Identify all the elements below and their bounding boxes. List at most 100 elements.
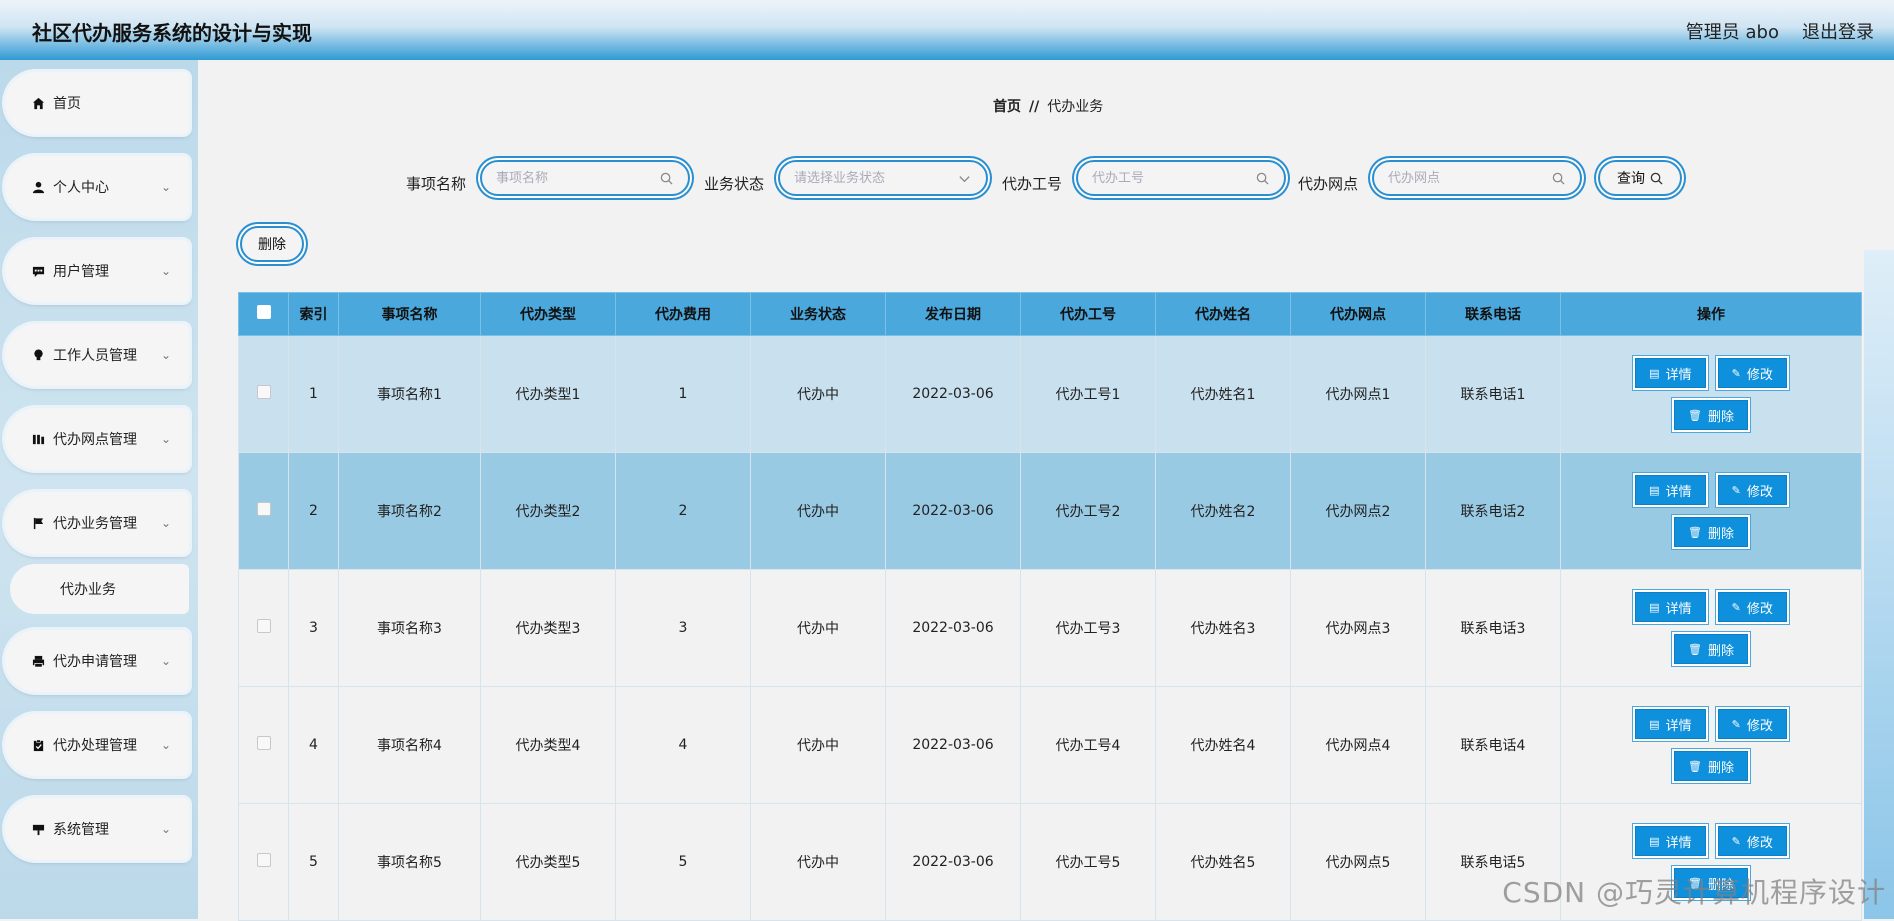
sidebar-item-label: 用户管理 [53, 264, 109, 280]
cell-fee: 3 [615, 569, 751, 687]
item-name-search-box [480, 160, 690, 196]
detail-button[interactable]: ▤ 详情 [1635, 358, 1706, 388]
cell-site: 代办网点1 [1290, 335, 1426, 453]
site-input[interactable] [1386, 169, 1552, 187]
detail-button[interactable]: ▤ 详情 [1635, 826, 1706, 856]
sidebar-subitem-business[interactable]: 代办业务 [10, 564, 189, 614]
edit-button[interactable]: ✎ 修改 [1717, 475, 1787, 505]
detail-button-label: 详情 [1665, 484, 1692, 500]
breadcrumb-home[interactable]: 首页 [993, 99, 1021, 115]
cell-fee: 2 [615, 452, 751, 570]
sidebar-item-staff-management[interactable]: 工作人员管理 ⌄ [5, 324, 189, 386]
pencil-icon: ✎ [1731, 483, 1741, 497]
table-row[interactable]: 3 事项名称3 代办类型3 3 代办中 2022-03-06 代办工号3 代办姓… [238, 569, 1862, 687]
column-header-site: 代办网点 [1290, 292, 1426, 336]
column-header-actions: 操作 [1560, 292, 1862, 336]
item-name-input[interactable] [494, 169, 660, 187]
cell-type: 代办类型5 [480, 803, 616, 921]
decorative-side-panel [1864, 250, 1894, 919]
cell-staff-number: 代办工号2 [1020, 452, 1156, 570]
row-checkbox[interactable] [256, 736, 271, 750]
cell-staff-name: 代办姓名3 [1155, 569, 1291, 687]
cell-staff-name: 代办姓名5 [1155, 803, 1291, 921]
cell-staff-number: 代办工号3 [1020, 569, 1156, 687]
table-row[interactable]: 4 事项名称4 代办类型4 4 代办中 2022-03-06 代办工号4 代办姓… [238, 686, 1862, 804]
cell-item-name: 事项名称1 [338, 335, 481, 453]
sidebar-item-site-management[interactable]: 代办网点管理 ⌄ [5, 408, 189, 470]
cell-actions: ▤ 详情 ✎ 修改 🗑 删除 [1560, 335, 1862, 453]
delete-button-label: 删除 [1707, 643, 1734, 659]
detail-button-label: 详情 [1665, 835, 1692, 851]
detail-button[interactable]: ▤ 详情 [1635, 592, 1706, 622]
app-title: 社区代办服务系统的设计与实现 [32, 21, 312, 45]
trash-icon: 🗑 [1688, 759, 1702, 773]
delete-button[interactable]: 🗑 删除 [1674, 517, 1748, 547]
cell-index: 2 [288, 452, 339, 570]
cell-staff-number: 代办工号5 [1020, 803, 1156, 921]
cell-type: 代办类型2 [480, 452, 616, 570]
column-header-staff-number: 代办工号 [1020, 292, 1156, 336]
row-checkbox[interactable] [256, 385, 271, 399]
trash-icon: 🗑 [1688, 408, 1702, 422]
select-all-checkbox[interactable] [256, 305, 271, 319]
detail-button-label: 详情 [1665, 601, 1692, 617]
row-checkbox[interactable] [256, 853, 271, 867]
cell-status: 代办中 [750, 686, 886, 804]
chevron-down-icon: ⌄ [161, 180, 172, 194]
edit-button[interactable]: ✎ 修改 [1717, 592, 1787, 622]
query-button[interactable]: 查询 [1598, 160, 1682, 196]
row-checkbox[interactable] [256, 619, 271, 633]
cell-site: 代办网点4 [1290, 686, 1426, 804]
cell-phone: 联系电话3 [1425, 569, 1561, 687]
edit-button[interactable]: ✎ 修改 [1717, 358, 1787, 388]
business-status-input[interactable] [792, 169, 958, 187]
batch-delete-button[interactable]: 删除 [240, 226, 304, 262]
column-header-fee: 代办费用 [615, 292, 751, 336]
table-row[interactable]: 2 事项名称2 代办类型2 2 代办中 2022-03-06 代办工号2 代办姓… [238, 452, 1862, 570]
cell-phone: 联系电话1 [1425, 335, 1561, 453]
cell-status: 代办中 [750, 452, 886, 570]
sidebar: 首页 个人中心 ⌄ 用户管理 ⌄ 工作人员管理 ⌄ 代办网点管理 ⌄ 代办业务管… [0, 60, 198, 919]
sidebar-item-personal-center[interactable]: 个人中心 ⌄ [5, 156, 189, 218]
cell-item-name: 事项名称5 [338, 803, 481, 921]
sidebar-item-processing-management[interactable]: 代办处理管理 ⌄ [5, 714, 189, 776]
row-select-cell [238, 803, 289, 921]
cell-phone: 联系电话2 [1425, 452, 1561, 570]
row-checkbox[interactable] [256, 502, 271, 516]
table-row[interactable]: 1 事项名称1 代办类型1 1 代办中 2022-03-06 代办工号1 代办姓… [238, 335, 1862, 453]
cell-index: 4 [288, 686, 339, 804]
query-button-label: 查询 [1617, 171, 1645, 187]
sidebar-item-application-management[interactable]: 代办申请管理 ⌄ [5, 630, 189, 692]
sidebar-item-business-management[interactable]: 代办业务管理 ⌄ [5, 492, 189, 554]
detail-button[interactable]: ▤ 详情 [1635, 709, 1706, 739]
logout-link[interactable]: 退出登录 [1802, 18, 1874, 44]
edit-button[interactable]: ✎ 修改 [1717, 826, 1787, 856]
item-name-label: 事项名称 [406, 175, 467, 193]
delete-button[interactable]: 🗑 删除 [1674, 400, 1748, 430]
chat-icon [31, 264, 45, 278]
cell-staff-name: 代办姓名1 [1155, 335, 1291, 453]
bars-icon [31, 432, 45, 446]
cell-item-name: 事项名称3 [338, 569, 481, 687]
chevron-down-icon: ⌄ [161, 738, 172, 752]
column-header-date: 发布日期 [885, 292, 1021, 336]
edit-button-label: 修改 [1746, 601, 1773, 617]
row-select-cell [238, 452, 289, 570]
sidebar-item-label: 首页 [53, 96, 81, 112]
sidebar-item-home[interactable]: 首页 [5, 72, 189, 134]
delete-button[interactable]: 🗑 删除 [1674, 751, 1748, 781]
sidebar-item-user-management[interactable]: 用户管理 ⌄ [5, 240, 189, 302]
breadcrumb-separator: // [1029, 99, 1040, 115]
cell-site: 代办网点3 [1290, 569, 1426, 687]
sidebar-item-label: 系统管理 [53, 822, 109, 838]
business-status-select[interactable] [778, 160, 988, 196]
staff-number-input[interactable] [1090, 169, 1256, 187]
detail-button[interactable]: ▤ 详情 [1635, 475, 1706, 505]
chevron-down-icon: ⌄ [161, 516, 172, 530]
pencil-icon: ✎ [1731, 834, 1741, 848]
cell-item-name: 事项名称2 [338, 452, 481, 570]
sidebar-item-system-management[interactable]: 系统管理 ⌄ [5, 798, 189, 860]
delete-button[interactable]: 🗑 删除 [1674, 634, 1748, 664]
table-header-row: 索引 事项名称 代办类型 代办费用 业务状态 发布日期 代办工号 代办姓名 代办… [238, 292, 1862, 336]
edit-button[interactable]: ✎ 修改 [1717, 709, 1787, 739]
